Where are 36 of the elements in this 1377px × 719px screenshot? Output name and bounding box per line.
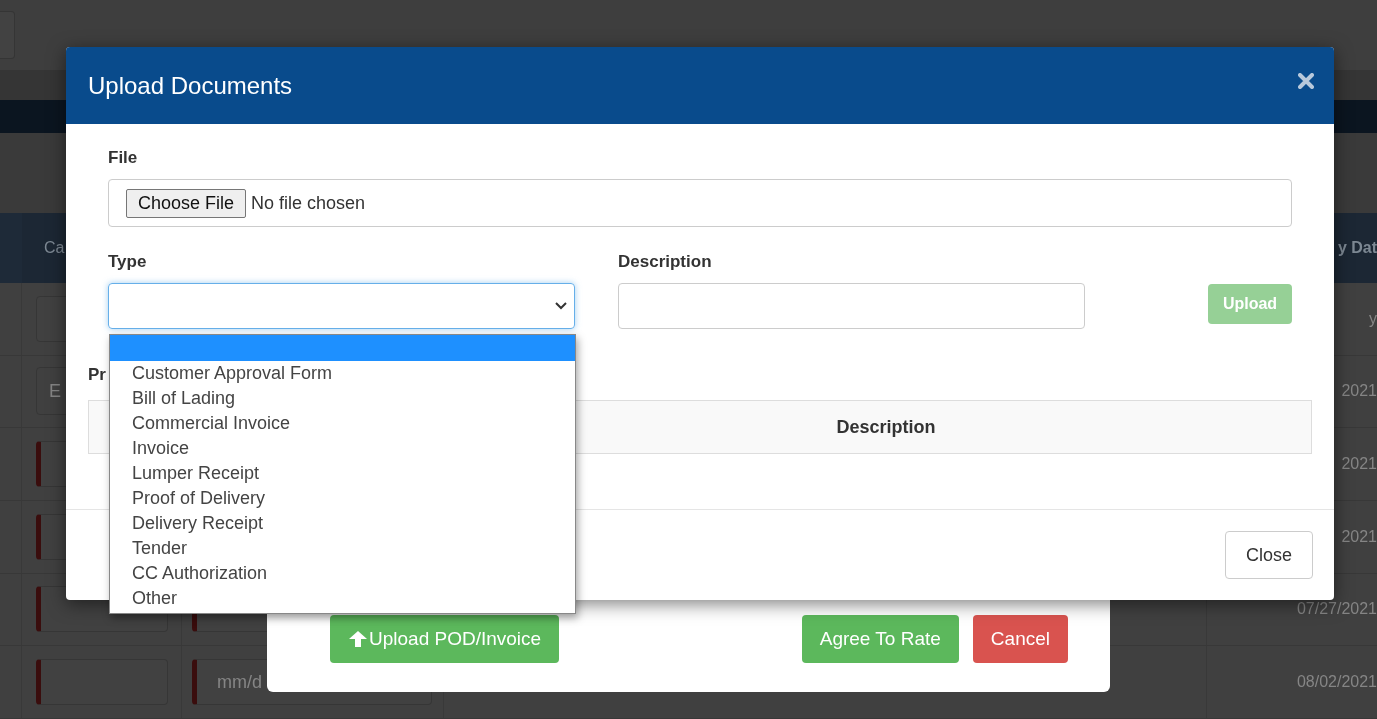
date-cell: y bbox=[1369, 309, 1377, 328]
field-label: Description bbox=[618, 252, 713, 272]
dropdown-option[interactable]: Bill of Lading bbox=[110, 386, 575, 411]
date-cell: 2021 bbox=[1341, 527, 1377, 546]
date-cell: 07/27/2021 bbox=[1296, 600, 1377, 619]
dropdown-option[interactable]: Lumper Receipt bbox=[110, 461, 575, 486]
dropdown-option[interactable]: Proof of Delivery bbox=[110, 486, 575, 511]
column-header: Description bbox=[835, 415, 937, 439]
input-field[interactable] bbox=[36, 659, 168, 706]
dropdown-option[interactable]: Invoice bbox=[110, 436, 575, 461]
type-select[interactable] bbox=[108, 283, 575, 329]
file-status: No file chosen bbox=[251, 192, 366, 214]
cancel-button[interactable]: Cancel bbox=[972, 615, 1068, 663]
column-header: Ca bbox=[43, 238, 65, 257]
dropdown-option[interactable]: Delivery Receipt bbox=[110, 511, 575, 536]
file-field[interactable]: Choose File No file chosen bbox=[108, 179, 1292, 227]
field-label: File bbox=[108, 148, 139, 168]
dropdown-option[interactable]: Tender bbox=[110, 536, 575, 561]
date-cell: 2021 bbox=[1341, 455, 1377, 474]
dropdown-option[interactable]: Customer Approval Form bbox=[110, 361, 575, 386]
dropdown-option[interactable]: Other bbox=[110, 586, 575, 611]
choose-file-button[interactable]: Choose File bbox=[126, 188, 247, 218]
close-icon[interactable] bbox=[1298, 72, 1314, 89]
column-header: y Dat bbox=[1337, 238, 1377, 257]
date-cell: 08/02/2021 bbox=[1296, 673, 1377, 692]
section-label: Pr bbox=[88, 365, 106, 385]
dialog-title: Upload Documents bbox=[88, 71, 293, 100]
close-button[interactable]: Close bbox=[1225, 531, 1313, 579]
blank-option[interactable] bbox=[110, 335, 575, 361]
chevron-icon bbox=[555, 302, 567, 310]
description-field[interactable] bbox=[618, 283, 1085, 329]
upload-icon bbox=[348, 630, 368, 648]
dropdown-option[interactable]: Commercial Invoice bbox=[110, 411, 575, 436]
field-label: Type bbox=[108, 252, 148, 272]
dropdown-option[interactable]: CC Authorization bbox=[110, 561, 575, 586]
date-cell: 2021 bbox=[1341, 382, 1377, 401]
